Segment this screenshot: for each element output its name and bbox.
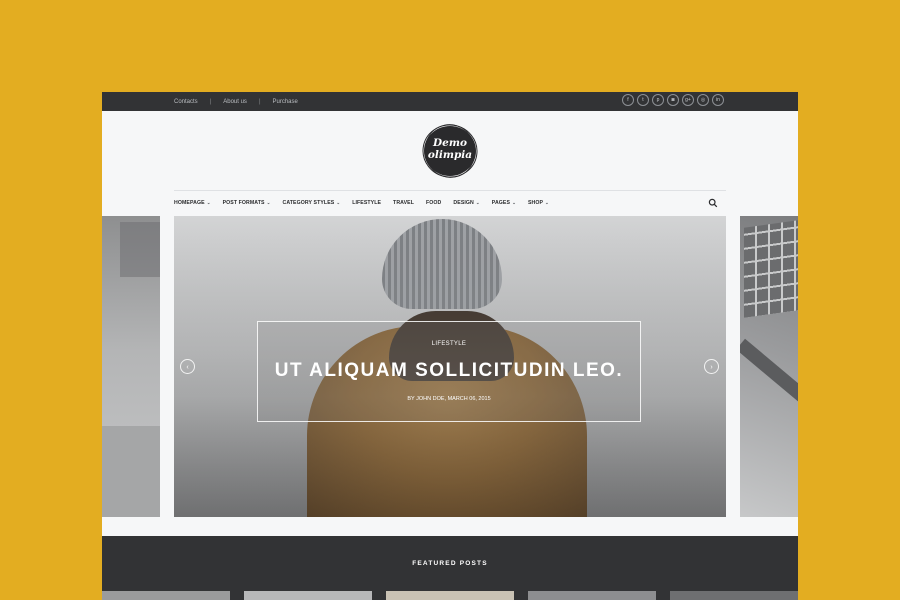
site-logo[interactable]: Demo olimpia bbox=[422, 124, 478, 178]
search-icon[interactable] bbox=[708, 198, 718, 208]
slider-prev-arrow-icon[interactable]: ‹ bbox=[180, 359, 195, 374]
separator: | bbox=[209, 98, 212, 105]
nav-item-post-formats[interactable]: POST FORMATS ⌄ bbox=[223, 200, 271, 206]
nav-divider bbox=[174, 190, 726, 191]
chevron-down-icon: ⌄ bbox=[512, 200, 516, 205]
featured-posts-section: FEATURED POSTS bbox=[102, 536, 798, 600]
nav-label: SHOP bbox=[527, 200, 544, 206]
linkedin-icon[interactable]: in bbox=[712, 94, 724, 106]
purchase-link[interactable]: Purchase bbox=[273, 99, 298, 105]
preview-image bbox=[744, 220, 798, 318]
next-slide-preview[interactable] bbox=[740, 216, 798, 517]
slider-next-arrow-icon[interactable]: › bbox=[704, 359, 719, 374]
nav-label: LIFESTYLE bbox=[352, 200, 382, 206]
nav-label: TRAVEL bbox=[393, 200, 415, 206]
nav-label: HOMEPAGE bbox=[174, 200, 205, 206]
featured-posts-title: FEATURED POSTS bbox=[412, 560, 488, 567]
main-nav: HOMEPAGE ⌄ POST FORMATS ⌄ CATEGORY STYLES ⌄… bbox=[174, 198, 561, 208]
slide-meta: BY JOHN DOE, MARCH 06, 2015 bbox=[407, 396, 491, 402]
nav-item-food[interactable]: FOOD bbox=[426, 200, 441, 206]
twitter-icon[interactable]: t bbox=[637, 94, 649, 106]
top-bar: Contacts | About us | Purchase f t p ◙ g… bbox=[102, 92, 798, 111]
nav-item-lifestyle[interactable]: LIFESTYLE bbox=[352, 200, 381, 206]
logo-line-2: olimpia bbox=[427, 149, 473, 161]
top-links: Contacts | About us | Purchase bbox=[174, 92, 298, 111]
about-us-link[interactable]: About us bbox=[223, 99, 247, 105]
chevron-down-icon: ⌄ bbox=[336, 200, 341, 205]
nav-label: FOOD bbox=[426, 200, 442, 206]
chevron-down-icon: ⌄ bbox=[545, 200, 549, 205]
slide-caption-box[interactable]: LIFESTYLE UT ALIQUAM SOLLICITUDIN LEO. B… bbox=[257, 321, 641, 422]
chevron-down-icon: ⌄ bbox=[266, 200, 271, 205]
nav-label: POST FORMATS bbox=[222, 200, 265, 206]
previous-slide-preview[interactable] bbox=[102, 216, 160, 517]
nav-item-category-styles[interactable]: CATEGORY STYLES ⌄ bbox=[282, 200, 340, 206]
nav-item-design[interactable]: DESIGN ⌄ bbox=[453, 200, 479, 206]
slide-category[interactable]: LIFESTYLE bbox=[258, 341, 640, 347]
preview-image bbox=[102, 426, 160, 517]
separator: | bbox=[258, 98, 261, 105]
instagram-icon[interactable]: ◙ bbox=[667, 94, 679, 106]
social-icons: f t p ◙ g+ ◎ in bbox=[622, 94, 724, 106]
nav-label: DESIGN bbox=[453, 200, 474, 206]
contacts-link[interactable]: Contacts bbox=[174, 99, 198, 105]
preview-image bbox=[740, 338, 798, 408]
dribbble-icon[interactable]: ◎ bbox=[697, 94, 709, 106]
logo-line-1: Demo bbox=[433, 137, 467, 149]
featured-post-thumb[interactable] bbox=[102, 591, 230, 600]
chevron-down-icon: ⌄ bbox=[206, 200, 211, 205]
featured-post-thumb[interactable] bbox=[244, 591, 372, 600]
featured-post-thumb[interactable] bbox=[670, 591, 798, 600]
nav-label: CATEGORY STYLES bbox=[282, 200, 335, 206]
pinterest-icon[interactable]: p bbox=[652, 94, 664, 106]
slide-title[interactable]: UT ALIQUAM SOLLICITUDIN LEO. bbox=[258, 360, 640, 382]
nav-item-travel[interactable]: TRAVEL bbox=[393, 200, 414, 206]
google-plus-icon[interactable]: g+ bbox=[682, 94, 694, 106]
chevron-down-icon: ⌄ bbox=[475, 200, 480, 205]
logo-text: Demo olimpia bbox=[422, 137, 478, 161]
featured-post-thumb[interactable] bbox=[386, 591, 514, 600]
featured-post-thumb[interactable] bbox=[528, 591, 656, 600]
nav-item-shop[interactable]: SHOP ⌄ bbox=[528, 200, 549, 206]
browser-page: Contacts | About us | Purchase f t p ◙ g… bbox=[102, 92, 798, 600]
facebook-icon[interactable]: f bbox=[622, 94, 634, 106]
preview-image bbox=[120, 222, 160, 277]
nav-item-pages[interactable]: PAGES ⌄ bbox=[492, 200, 516, 206]
nav-label: PAGES bbox=[491, 200, 511, 206]
nav-item-homepage[interactable]: HOMEPAGE ⌄ bbox=[174, 200, 211, 206]
